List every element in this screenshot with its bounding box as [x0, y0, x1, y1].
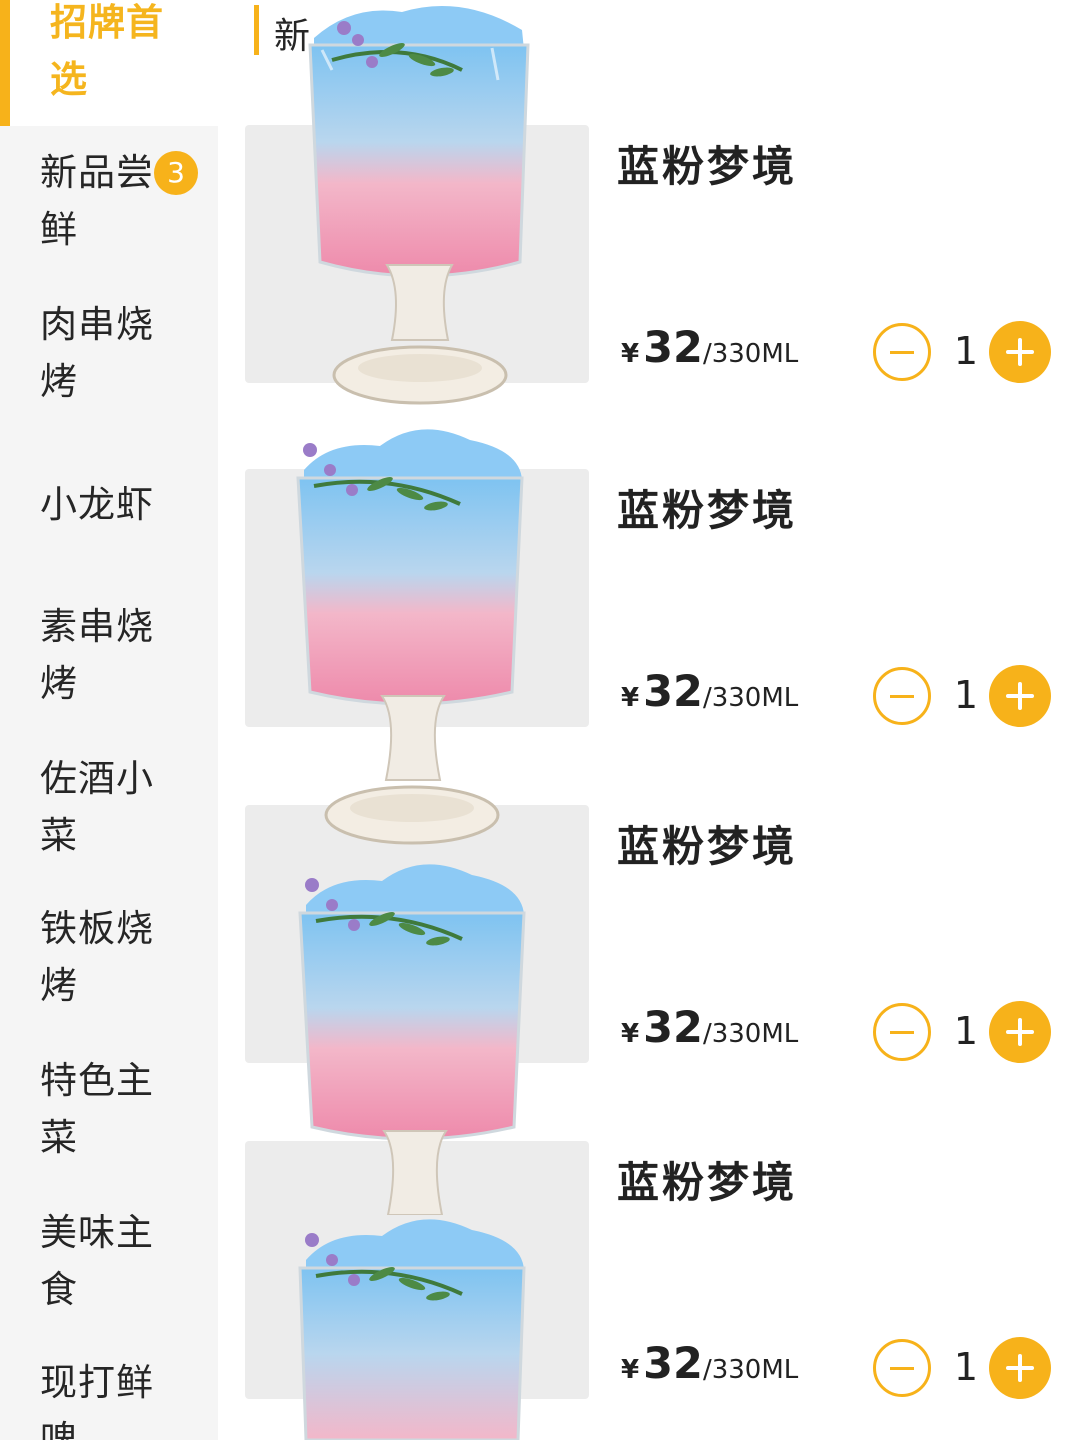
sidebar-item-teppanyaki[interactable]: 铁板烧烤: [0, 900, 218, 1014]
price-unit: /330ML: [702, 1355, 799, 1385]
sidebar-item-signature[interactable]: 招牌首选: [0, 0, 218, 126]
sidebar-item-meat-skewers[interactable]: 肉串烧烤: [0, 296, 218, 410]
quantity-value: 1: [953, 1345, 979, 1389]
category-sidebar: 招牌首选 新品尝鲜 3 肉串烧烤 小龙虾 素串烧烤 佐酒小菜 铁板烧烤 特色主菜…: [0, 0, 218, 1440]
minus-circle-icon[interactable]: [873, 1003, 931, 1061]
quantity-value: 1: [953, 673, 979, 717]
product-name: 蓝粉梦境: [617, 142, 798, 191]
quantity-value: 1: [953, 329, 979, 373]
product-price: ¥32/330ML: [621, 323, 798, 373]
sidebar-item-crayfish[interactable]: 小龙虾: [0, 476, 218, 533]
currency-symbol: ¥: [621, 683, 640, 713]
product-price: ¥32/330ML: [621, 1339, 798, 1389]
price-amount: 32: [643, 667, 703, 717]
price-amount: 32: [643, 323, 703, 373]
plus-circle-icon[interactable]: [989, 1337, 1051, 1399]
minus-circle-icon[interactable]: [873, 1339, 931, 1397]
drink-illustration: [308, 6, 530, 405]
quantity-stepper: 1: [873, 1337, 1053, 1401]
sidebar-item-specials[interactable]: 特色主菜: [0, 1052, 218, 1166]
sidebar-item-label: 肉串烧烤: [40, 303, 154, 403]
price-unit: /330ML: [702, 1019, 799, 1049]
active-indicator: [0, 0, 10, 126]
sidebar-item-label: 铁板烧烤: [40, 907, 154, 1007]
quantity-stepper: 1: [873, 665, 1053, 729]
price-amount: 32: [643, 1003, 703, 1053]
sidebar-item-draft-beer[interactable]: 现打鲜啤: [0, 1354, 218, 1440]
minus-circle-icon[interactable]: [873, 667, 931, 725]
quantity-stepper: 1: [873, 321, 1053, 385]
product-name: 蓝粉梦境: [617, 822, 798, 871]
product-price: ¥32/330ML: [621, 1003, 798, 1053]
drink-illustration: [298, 1219, 526, 1440]
price-unit: /330ML: [702, 683, 799, 713]
section-accent-bar: [254, 5, 259, 55]
new-count-badge: 3: [154, 151, 198, 195]
product-name: 蓝粉梦境: [617, 486, 798, 535]
currency-symbol: ¥: [621, 1355, 640, 1385]
quantity-stepper: 1: [873, 1001, 1053, 1065]
sidebar-item-label: 新品尝鲜: [40, 151, 154, 251]
sidebar-item-label: 美味主食: [40, 1211, 154, 1311]
price-unit: /330ML: [702, 339, 799, 369]
drink-illustration: [296, 429, 524, 845]
drink-illustration: [298, 864, 526, 1215]
sidebar-item-staples[interactable]: 美味主食: [0, 1204, 218, 1318]
plus-circle-icon[interactable]: [989, 321, 1051, 383]
product-price: ¥32/330ML: [621, 667, 798, 717]
quantity-value: 1: [953, 1009, 979, 1053]
sidebar-item-label: 招牌首选: [50, 1, 164, 101]
sidebar-item-label: 小龙虾: [40, 483, 154, 526]
product-name: 蓝粉梦境: [617, 1158, 798, 1207]
sidebar-item-label: 特色主菜: [40, 1059, 154, 1159]
sidebar-item-veg-skewers[interactable]: 素串烧烤: [0, 598, 218, 712]
currency-symbol: ¥: [621, 1019, 640, 1049]
sidebar-item-label: 素串烧烤: [40, 605, 154, 705]
sidebar-item-label: 佐酒小菜: [40, 757, 154, 857]
price-amount: 32: [643, 1339, 703, 1389]
plus-circle-icon[interactable]: [989, 665, 1051, 727]
sidebar-item-label: 现打鲜啤: [40, 1361, 154, 1440]
currency-symbol: ¥: [621, 339, 640, 369]
minus-circle-icon[interactable]: [873, 323, 931, 381]
sidebar-item-side-dishes[interactable]: 佐酒小菜: [0, 750, 218, 864]
plus-circle-icon[interactable]: [989, 1001, 1051, 1063]
